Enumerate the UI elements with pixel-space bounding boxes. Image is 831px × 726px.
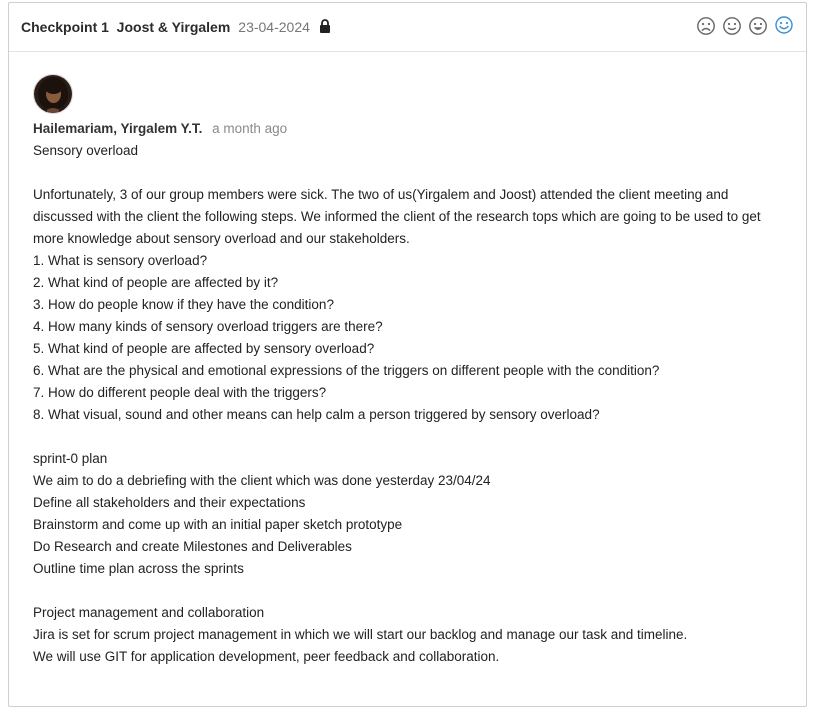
message-line: Define all stakeholders and their expect… <box>33 495 306 510</box>
post-time: a month ago <box>212 121 288 136</box>
message-line: 5. What kind of people are affected by s… <box>33 341 375 356</box>
avatar[interactable] <box>33 74 73 114</box>
message-line: Do Research and create Milestones and De… <box>33 539 352 554</box>
neutral-face-icon[interactable] <box>722 16 742 36</box>
checkpoint-card: Checkpoint 1 Joost & Yirgalem 23-04-2024 <box>8 2 807 707</box>
post-message: Sensory overload Unfortunately, 3 of our … <box>33 140 792 668</box>
message-line: Brainstorm and come up with an initial p… <box>33 517 403 532</box>
message-line: Sensory overload <box>33 143 139 158</box>
message-line: discussed with the client the following … <box>33 209 761 224</box>
checkpoint-title: Checkpoint 1 Joost & Yirgalem <box>21 19 231 35</box>
reaction-bar <box>696 16 794 36</box>
lock-icon <box>319 19 331 33</box>
message-line: 6. What are the physical and emotional e… <box>33 363 660 378</box>
message-line: Unfortunately, 3 of our group members we… <box>33 187 729 202</box>
message-line: 4. How many kinds of sensory overload tr… <box>33 319 383 334</box>
checkpoint-date: 23-04-2024 <box>238 19 310 35</box>
sad-face-icon[interactable] <box>696 16 716 36</box>
message-line: sprint-0 plan <box>33 451 108 466</box>
message-line: 2. What kind of people are affected by i… <box>33 275 279 290</box>
message-line: 7. How do different people deal with the… <box>33 385 327 400</box>
message-line: 1. What is sensory overload? <box>33 253 208 268</box>
message-line: We will use GIT for application developm… <box>33 649 500 664</box>
message-line: Outline time plan across the sprints <box>33 561 244 576</box>
very-happy-face-icon[interactable] <box>774 16 794 36</box>
message-line: We aim to do a debriefing with the clien… <box>33 473 491 488</box>
author-line: Hailemariam, Yirgalem Y.T. a month ago <box>33 118 792 140</box>
post-body: Hailemariam, Yirgalem Y.T. a month ago S… <box>9 52 806 668</box>
message-line: 8. What visual, sound and other means ca… <box>33 407 600 422</box>
message-line: Jira is set for scrum project management… <box>33 627 688 642</box>
card-header: Checkpoint 1 Joost & Yirgalem 23-04-2024 <box>9 3 806 52</box>
message-line: more knowledge about sensory overload an… <box>33 231 410 246</box>
message-line: Project management and collaboration <box>33 605 265 620</box>
message-line: 3. How do people know if they have the c… <box>33 297 334 312</box>
happy-face-icon[interactable] <box>748 16 768 36</box>
author-name[interactable]: Hailemariam, Yirgalem Y.T. <box>33 121 202 136</box>
